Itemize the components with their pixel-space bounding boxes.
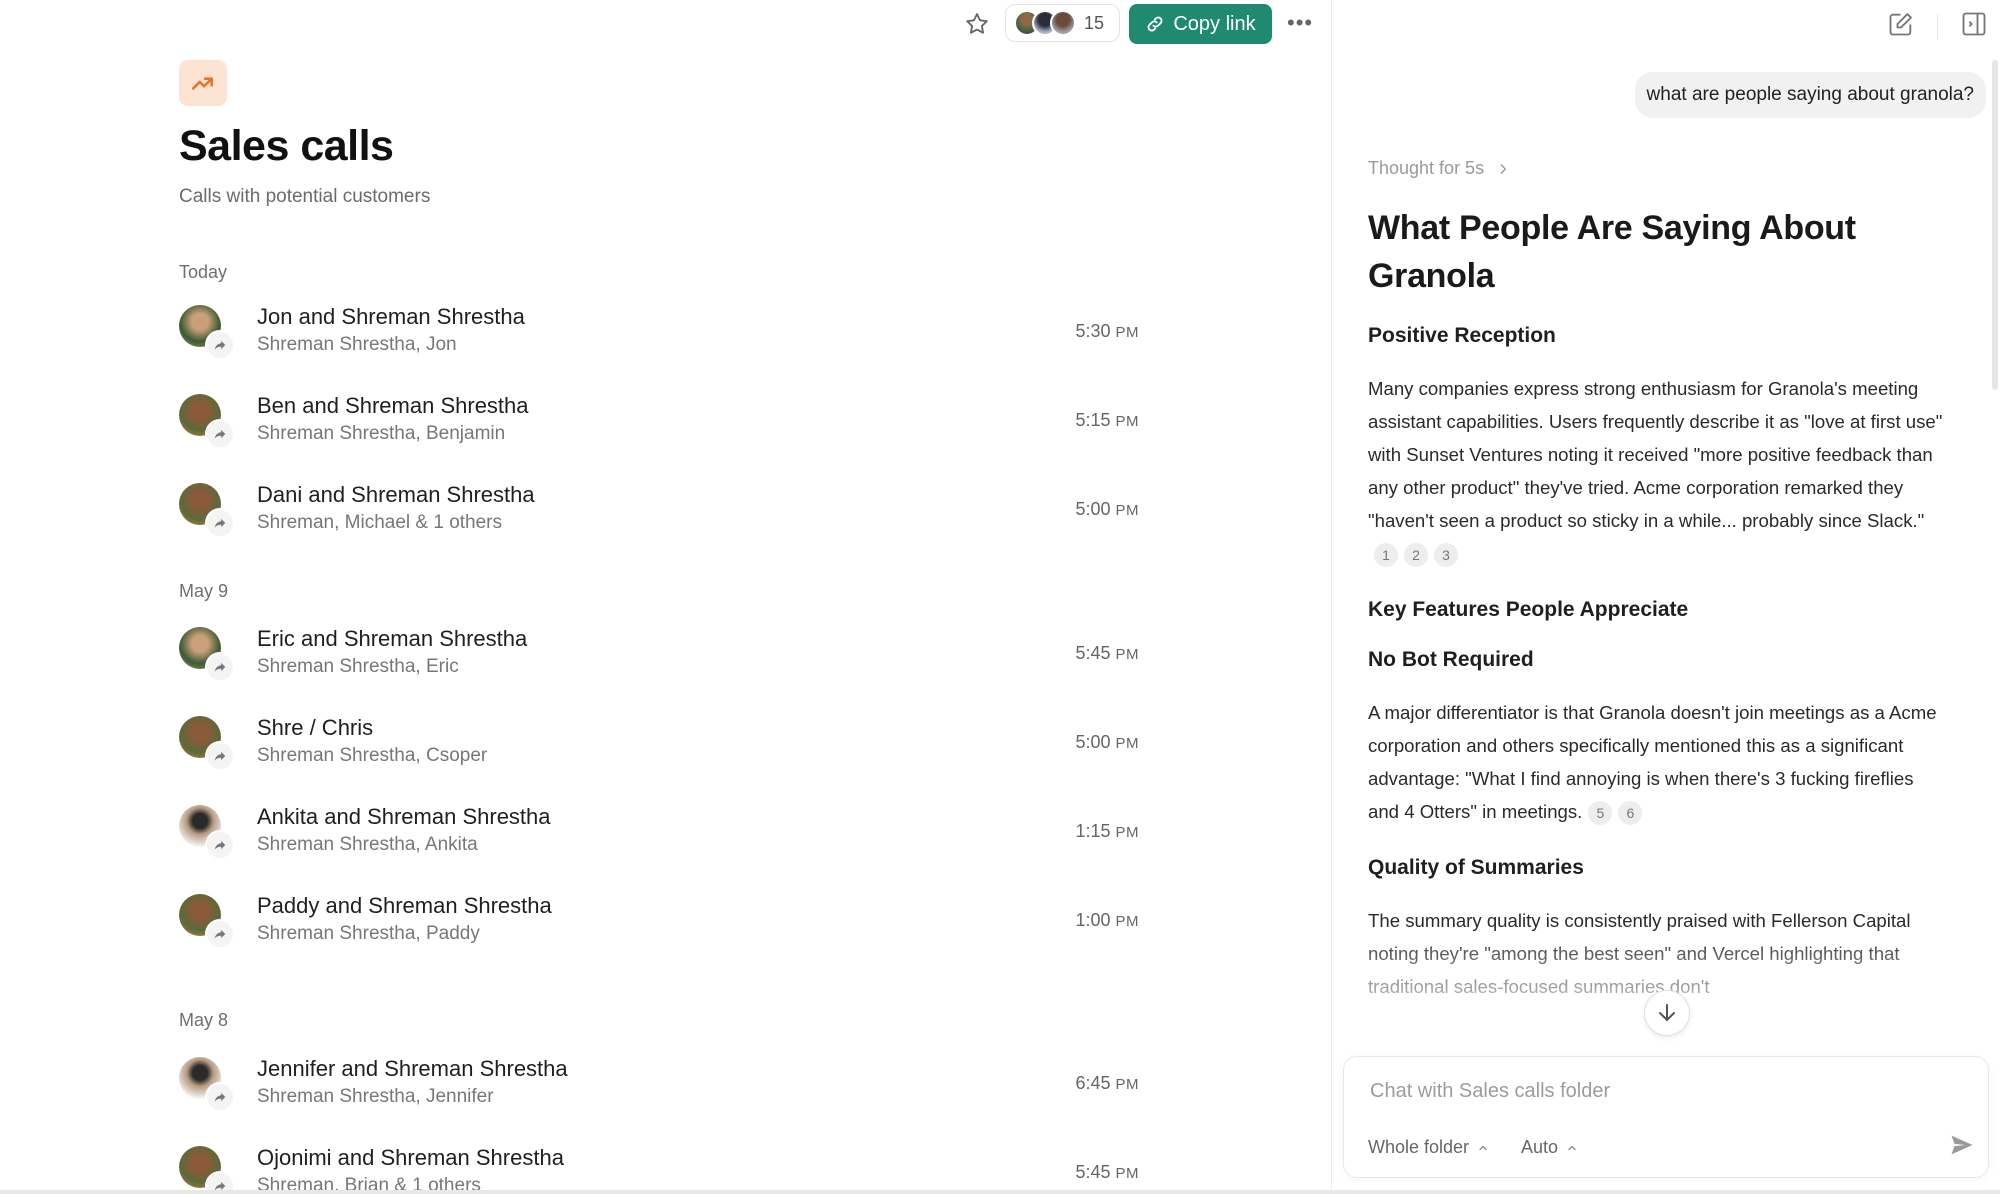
section-title: Positive Reception	[1368, 324, 1556, 347]
call-time: 5:00 PM	[1075, 732, 1139, 752]
call-title: Eric and Shreman Shrestha	[257, 626, 528, 651]
call-time: 6:45 PM	[1075, 1073, 1139, 1093]
star-icon[interactable]	[963, 10, 991, 38]
assistant-answer: What People Are Saying About Granola Pos…	[1368, 204, 1948, 1029]
call-time: 5:45 PM	[1075, 1162, 1139, 1182]
call-time: 5:30 PM	[1075, 321, 1139, 341]
link-icon	[1147, 16, 1163, 32]
thought-label: Thought for 5s	[1368, 158, 1485, 178]
section-text: A major differentiator is that Granola d…	[1368, 696, 1948, 828]
scrollbar[interactable]	[1992, 60, 1998, 390]
participant-count: 15	[1084, 12, 1105, 33]
model-label: Auto	[1521, 1137, 1559, 1157]
share-arrow-icon	[205, 508, 235, 538]
call-participants: Shreman Shrestha, Jennifer	[257, 1086, 494, 1107]
section-title: No Bot Required	[1368, 648, 1534, 671]
call-time: 1:00 PM	[1075, 910, 1139, 930]
chevron-up-icon	[1479, 1145, 1487, 1150]
call-title: Jennifer and Shreman Shrestha	[257, 1056, 568, 1081]
scope-label: Whole folder	[1368, 1137, 1470, 1157]
chat-composer: Whole folder Auto	[1343, 1056, 1989, 1178]
call-item[interactable]: Dani and Shreman Shrestha Shreman, Micha…	[179, 482, 1139, 552]
citation-badge[interactable]: 2	[1404, 543, 1428, 568]
call-time: 5:15 PM	[1075, 410, 1139, 430]
call-item[interactable]: Jennifer and Shreman Shrestha Shreman Sh…	[179, 1056, 1139, 1126]
citation-badge[interactable]: 3	[1434, 543, 1458, 568]
call-participants: Shreman Shrestha, Eric	[257, 656, 459, 677]
call-title: Ben and Shreman Shrestha	[257, 393, 529, 418]
call-title: Dani and Shreman Shrestha	[257, 482, 535, 507]
share-arrow-icon	[205, 419, 235, 449]
pane-divider	[1331, 0, 1332, 1194]
bottom-edge	[0, 1190, 2000, 1194]
call-participants: Shreman Shrestha, Csoper	[257, 745, 488, 766]
call-title: Ojonimi and Shreman Shrestha	[257, 1145, 564, 1170]
call-participants: Shreman, Brian & 1 others	[257, 1175, 481, 1190]
call-item[interactable]: Ankita and Shreman Shrestha Shreman Shre…	[179, 804, 1139, 874]
call-item[interactable]: Shre / Chris Shreman Shrestha, Csoper 5:…	[179, 715, 1139, 785]
section-title: Quality of Summaries	[1368, 856, 1584, 879]
section-title: Key Features People Appreciate	[1368, 598, 1689, 621]
toolbar-separator	[1937, 13, 1938, 40]
group-label-today: Today	[179, 262, 228, 282]
page-subtitle: Calls with potential customers	[179, 186, 431, 207]
citation-badge[interactable]: 6	[1618, 801, 1643, 826]
answer-heading: What People Are Saying About Granola	[1368, 209, 1856, 295]
user-message-bubble: what are people saying about granola?	[1634, 72, 1986, 118]
participants-avatars[interactable]: 15	[1005, 4, 1120, 42]
call-title: Ankita and Shreman Shrestha	[257, 804, 551, 829]
scroll-down-button[interactable]	[1644, 990, 1690, 1036]
folder-icon[interactable]	[179, 60, 227, 106]
group-label-may-9: May 9	[179, 581, 229, 601]
share-arrow-icon	[205, 652, 235, 682]
share-arrow-icon	[205, 1171, 235, 1190]
share-arrow-icon	[205, 830, 235, 860]
page-title: Sales calls	[179, 122, 394, 170]
section-text: Many companies express strong enthusiasm…	[1368, 372, 1948, 570]
chat-input[interactable]	[1368, 1079, 1912, 1104]
call-title: Paddy and Shreman Shrestha	[257, 893, 552, 918]
call-item[interactable]: Eric and Shreman Shrestha Shreman Shrest…	[179, 626, 1139, 696]
call-participants: Shreman Shrestha, Benjamin	[257, 423, 506, 444]
call-item[interactable]: Jon and Shreman Shrestha Shreman Shresth…	[179, 304, 1139, 374]
trending-up-icon	[191, 77, 213, 90]
sidebar-toggle-icon[interactable]	[1960, 10, 1988, 43]
arrow-down-icon	[1659, 1004, 1675, 1022]
copy-link-button[interactable]: Copy link	[1129, 4, 1272, 44]
section-text: The summary quality is consistently prai…	[1368, 910, 1911, 997]
edit-icon[interactable]	[1887, 10, 1915, 43]
call-item[interactable]: Ben and Shreman Shrestha Shreman Shresth…	[179, 393, 1139, 463]
call-time: 1:15 PM	[1075, 821, 1139, 841]
citation-badge[interactable]: 5	[1588, 801, 1613, 826]
call-time: 5:45 PM	[1075, 643, 1139, 663]
citation-badge[interactable]: 1	[1374, 543, 1398, 568]
group-label-may-8: May 8	[179, 1010, 229, 1030]
call-time: 5:00 PM	[1075, 499, 1139, 519]
send-icon[interactable]	[1948, 1131, 1976, 1164]
share-arrow-icon	[205, 919, 235, 949]
copy-link-label: Copy link	[1173, 12, 1256, 35]
share-arrow-icon	[205, 330, 235, 360]
model-dropdown[interactable]: Auto	[1521, 1137, 1578, 1158]
call-participants: Shreman, Michael & 1 others	[257, 512, 503, 533]
scope-dropdown[interactable]: Whole folder	[1368, 1137, 1489, 1158]
call-item[interactable]: Ojonimi and Shreman Shrestha Shreman, Br…	[179, 1145, 1139, 1190]
share-arrow-icon	[205, 741, 235, 771]
call-participants: Shreman Shrestha, Ankita	[257, 834, 478, 855]
thought-toggle[interactable]: Thought for 5s	[1368, 158, 1510, 179]
more-icon[interactable]: •••	[1287, 12, 1313, 34]
avatar	[1050, 10, 1076, 36]
call-title: Shre / Chris	[257, 715, 374, 740]
share-arrow-icon	[205, 1082, 235, 1112]
call-participants: Shreman Shrestha, Paddy	[257, 923, 480, 944]
chevron-up-icon	[1568, 1145, 1576, 1150]
call-title: Jon and Shreman Shrestha	[257, 304, 525, 329]
chevron-right-icon	[1500, 163, 1507, 174]
call-item[interactable]: Paddy and Shreman Shrestha Shreman Shres…	[179, 893, 1139, 963]
call-participants: Shreman Shrestha, Jon	[257, 334, 457, 355]
